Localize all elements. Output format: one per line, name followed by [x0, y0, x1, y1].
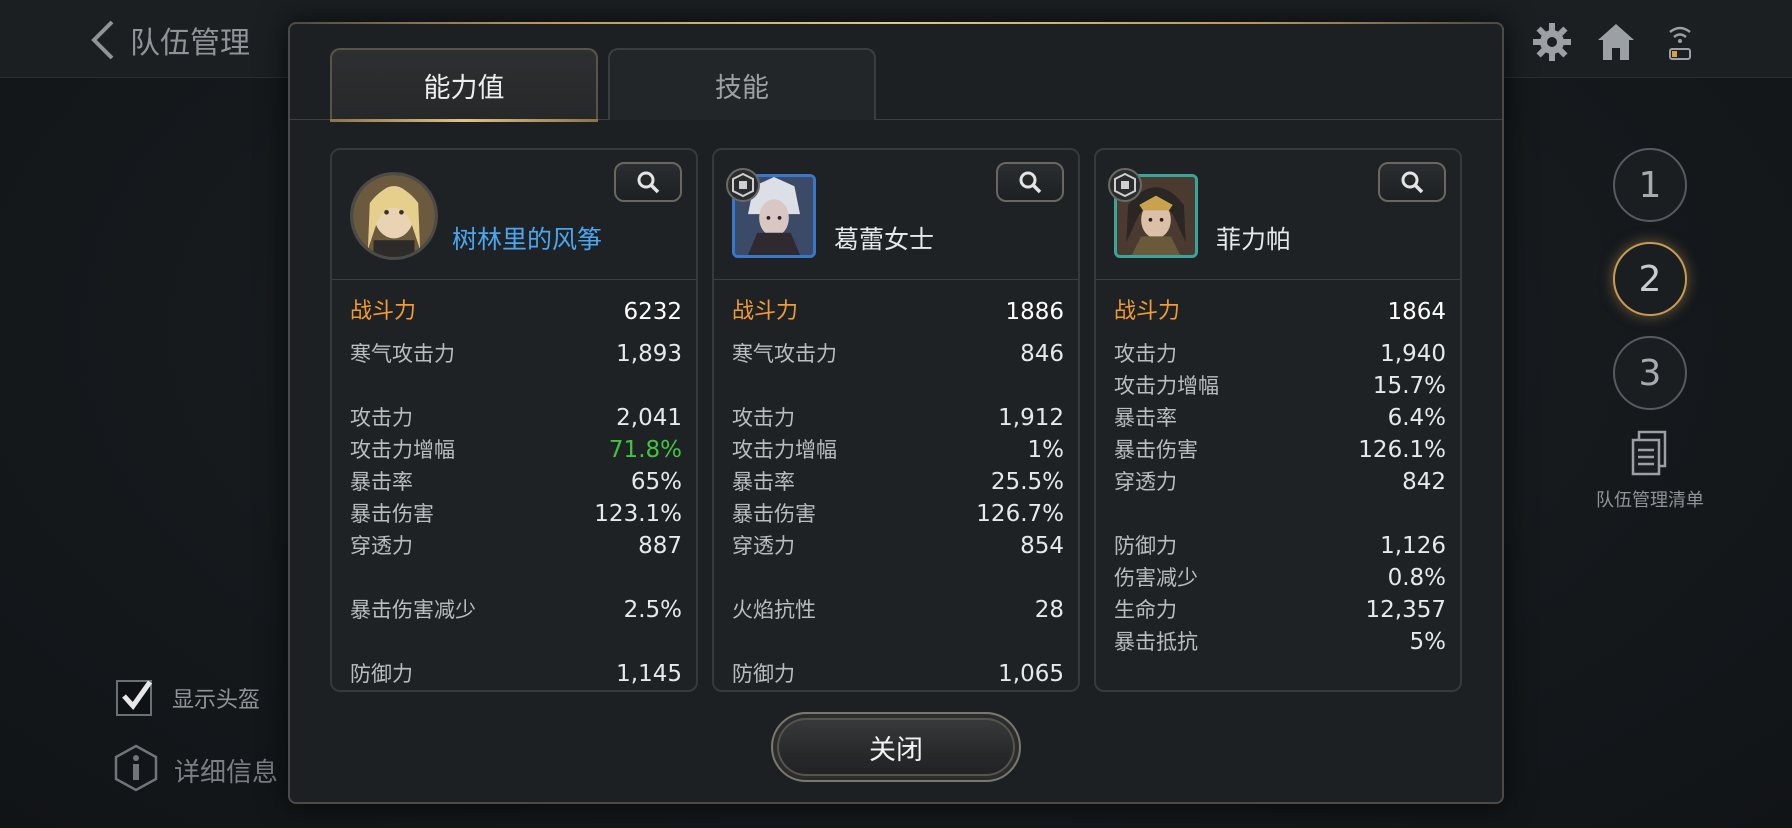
show-helmet-option[interactable]: 显示头盔: [116, 680, 260, 716]
stat-row: 暴击伤害 126.1%: [1114, 437, 1446, 463]
stat-list: 战斗力 6232 寒气攻击力 1,893 攻击力 2,041 攻击力增幅 71.8% 暴…: [350, 296, 682, 690]
tab-skills[interactable]: 技能: [608, 48, 876, 120]
gear-icon[interactable]: [1530, 20, 1574, 64]
page-title: 队伍管理: [130, 26, 250, 61]
info-icon: [114, 744, 158, 796]
stat-row: 火焰抗性 28: [732, 597, 1064, 623]
hero-name: 树林里的风筝: [452, 225, 603, 254]
detail-info-label: 详细信息: [174, 757, 279, 788]
stat-row: 防御力 1,145: [350, 661, 682, 687]
hero-panel-1: 树林里的风筝 战斗力 6232 寒气攻击力 1,893 攻击力 2,041 攻击力增幅…: [330, 148, 698, 692]
tab-stats[interactable]: 能力值: [330, 48, 598, 122]
stat-row: 攻击力 2,041: [350, 405, 682, 431]
hero-header: 树林里的风筝: [332, 150, 696, 280]
home-icon[interactable]: [1594, 20, 1638, 64]
team-slot-1[interactable]: 1: [1613, 148, 1687, 222]
magnifier-icon: [637, 171, 660, 194]
stat-row: 暴击率 25.5%: [732, 469, 1064, 495]
team-list-label: 队伍管理清单: [1596, 490, 1704, 511]
stat-row: 暴击伤害 126.7%: [732, 501, 1064, 527]
hero-zoom-button[interactable]: [996, 162, 1064, 202]
hero-portrait[interactable]: [350, 172, 438, 260]
stats-modal: 能力值 技能 树林里的风筝 战斗力 6232 寒气攻击力 1,893 攻击力 2…: [288, 22, 1504, 804]
stat-row: 伤害减少 0.8%: [1114, 565, 1446, 591]
stat-row: 寒气攻击力 1,893: [350, 341, 682, 367]
document-list-icon: [1590, 430, 1710, 482]
stat-row: 防御力 1,065: [732, 661, 1064, 687]
stat-row: 战斗力 6232: [350, 299, 682, 325]
magnifier-icon: [1019, 171, 1042, 194]
stat-row: 穿透力 842: [1114, 469, 1446, 495]
stat-row: 战斗力 1886: [732, 299, 1064, 325]
hero-panels: 树林里的风筝 战斗力 6232 寒气攻击力 1,893 攻击力 2,041 攻击力增幅…: [330, 148, 1462, 692]
show-helmet-checkbox[interactable]: [116, 680, 152, 716]
stat-row: 攻击力 1,940: [1114, 341, 1446, 367]
wifi-icon: [1658, 20, 1702, 64]
stat-row: 防御力 1,126: [1114, 533, 1446, 559]
stat-row: 攻击力增幅 1%: [732, 437, 1064, 463]
stat-row: 寒气攻击力 846: [732, 341, 1064, 367]
stat-row: 暴击率 65%: [350, 469, 682, 495]
rank-badge-icon: [1108, 168, 1142, 202]
team-list-button[interactable]: 队伍管理清单: [1590, 430, 1710, 512]
hero-panel-3: 菲力帕 战斗力 1864 攻击力 1,940 攻击力增幅 15.7% 暴击率 6.4% …: [1094, 148, 1462, 692]
stat-row: 生命力 12,357: [1114, 597, 1446, 623]
screen: 队伍管理 1 2 3 队伍管理清单 显示头盔 详细信息 能力值 技能 树林里的风…: [0, 0, 1792, 828]
hero-header: 菲力帕: [1096, 150, 1460, 280]
stat-row: 穿透力 887: [350, 533, 682, 559]
stat-list: 战斗力 1864 攻击力 1,940 攻击力增幅 15.7% 暴击率 6.4% 暴击伤害…: [1114, 296, 1446, 658]
stat-row: 暴击率 6.4%: [1114, 405, 1446, 431]
show-helmet-label: 显示头盔: [172, 688, 261, 713]
hero-panel-2: 葛蕾女士 战斗力 1886 寒气攻击力 846 攻击力 1,912 攻击力增幅 1% 暴…: [712, 148, 1080, 692]
stat-row: 攻击力增幅 15.7%: [1114, 373, 1446, 399]
hero-zoom-button[interactable]: [1378, 162, 1446, 202]
stat-row: 战斗力 1864: [1114, 299, 1446, 325]
detail-info-button[interactable]: 详细信息: [114, 744, 278, 796]
stat-row: 攻击力 1,912: [732, 405, 1064, 431]
team-slot-3[interactable]: 3: [1613, 336, 1687, 410]
hero-name: 葛蕾女士: [834, 225, 935, 254]
stat-row: 暴击抵抗 5%: [1114, 629, 1446, 655]
magnifier-icon: [1401, 171, 1424, 194]
stat-row: 暴击伤害 123.1%: [350, 501, 682, 527]
stat-row: 暴击伤害减少 2.5%: [350, 597, 682, 623]
hero-zoom-button[interactable]: [614, 162, 682, 202]
back-arrow-icon[interactable]: [88, 18, 118, 62]
hero-header: 葛蕾女士: [714, 150, 1078, 280]
close-button[interactable]: 关闭: [771, 712, 1021, 782]
stat-row: 攻击力增幅 71.8%: [350, 437, 682, 463]
modal-tab-bar: 能力值 技能: [290, 24, 1502, 122]
hero-name: 菲力帕: [1216, 225, 1292, 254]
team-slot-2[interactable]: 2: [1613, 242, 1687, 316]
checkmark-icon: [122, 680, 152, 710]
stat-list: 战斗力 1886 寒气攻击力 846 攻击力 1,912 攻击力增幅 1% 暴击率 25.…: [732, 296, 1064, 690]
stat-row: 穿透力 854: [732, 533, 1064, 559]
rank-badge-icon: [726, 168, 760, 202]
